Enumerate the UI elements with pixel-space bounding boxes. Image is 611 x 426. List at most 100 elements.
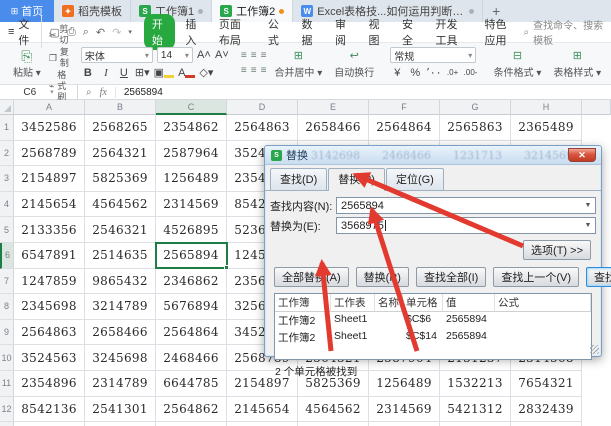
magnifier-icon[interactable]: ⌕: [86, 87, 92, 98]
cell-C3[interactable]: 1256489: [156, 166, 227, 192]
align-right-icon[interactable]: ≡: [261, 65, 267, 77]
cell-B1[interactable]: 2568265: [85, 115, 156, 141]
wrap-text-button[interactable]: ↩ 自动换行: [330, 49, 378, 79]
font-decrease-icon[interactable]: A˅: [215, 48, 229, 62]
cell-B2[interactable]: 2564321: [85, 140, 156, 167]
increase-decimal-icon[interactable]: .0+: [446, 66, 460, 80]
column-header-H[interactable]: H: [511, 100, 582, 115]
cell-C10[interactable]: 2468466: [156, 345, 227, 371]
row-header-5[interactable]: 5: [0, 217, 14, 243]
cell-C7[interactable]: 2346862: [156, 268, 227, 295]
select-all-corner[interactable]: [0, 100, 14, 115]
cell-B6[interactable]: 2514635: [85, 242, 156, 269]
column-header-C[interactable]: C: [156, 100, 227, 115]
row-header-9[interactable]: 9: [0, 319, 14, 346]
combo-arrow-icon[interactable]: ▼: [582, 199, 594, 212]
dialog-tab-定位(G)[interactable]: 定位(G): [385, 168, 444, 191]
cut-button[interactable]: ✂ 剪切: [49, 24, 69, 46]
copy-button[interactable]: ❐ 复制: [49, 47, 69, 69]
font-increase-icon[interactable]: A˄: [197, 48, 211, 62]
cell-C2[interactable]: 2587964: [156, 140, 227, 167]
row-header-12[interactable]: 12: [0, 396, 14, 423]
cell-A6[interactable]: 6547891: [14, 242, 85, 269]
cell-B13[interactable]: [85, 422, 156, 426]
command-search[interactable]: ⌕ 查找命令、搜索模板: [524, 17, 606, 47]
result-row[interactable]: 工作簿2 Sheet1 $C$14 2565894: [275, 329, 591, 346]
cell-A2[interactable]: 2568789: [14, 140, 85, 167]
dialog-button-全部替换(A)[interactable]: 全部替换(A): [274, 267, 349, 287]
cell-B12[interactable]: 2541301: [85, 396, 156, 423]
find-results-list[interactable]: 工作簿 工作表 名称 单元格值公式 工作簿2 Sheet1 $C$6 2565894 工作簿2…: [274, 293, 592, 360]
cell-B4[interactable]: 4564562: [85, 191, 156, 218]
tab-marker-dot[interactable]: [279, 8, 285, 14]
column-header-A[interactable]: A: [14, 100, 85, 115]
result-column-单元格[interactable]: 单元格: [403, 294, 443, 312]
dialog-titlebar[interactable]: S 替换 3142698 2468466 1231713 3214569 ✕: [265, 146, 601, 165]
align-center-icon[interactable]: ≡: [251, 65, 257, 77]
row-header-11[interactable]: 11: [0, 370, 14, 397]
dialog-tab-替换(P)[interactable]: 替换(P): [328, 168, 385, 191]
tab-marker-dot[interactable]: [469, 8, 475, 14]
preview-icon[interactable]: ⌕: [83, 26, 89, 39]
eraser-icon[interactable]: ◇▾: [199, 66, 213, 80]
cell-A3[interactable]: 2154897: [14, 166, 85, 192]
cell-D12[interactable]: 2145654: [227, 396, 298, 423]
align-bottom-icon[interactable]: ≡: [261, 50, 267, 62]
undo-icon[interactable]: ↶: [96, 26, 105, 39]
font-color-icon[interactable]: A: [178, 66, 196, 80]
cell-G12[interactable]: 5421312: [440, 396, 511, 423]
options-button[interactable]: 选项(T) >>: [523, 240, 591, 260]
result-column-工作表[interactable]: 工作表: [331, 294, 375, 312]
cell-B11[interactable]: 2314789: [85, 370, 156, 397]
fx-icon[interactable]: fx: [100, 87, 107, 98]
dialog-button-查找全部(I)[interactable]: 查找全部(I): [415, 267, 487, 287]
cell-B8[interactable]: 3214789: [85, 294, 156, 320]
row-header-13[interactable]: [0, 422, 14, 426]
cell-E1[interactable]: 2658466: [298, 115, 369, 141]
table-style-button[interactable]: ⊞ 表格样式 ▾: [549, 49, 605, 79]
row-header-4[interactable]: 4: [0, 191, 14, 218]
bold-button[interactable]: B: [81, 66, 95, 80]
cell-H12[interactable]: 2832439: [511, 396, 582, 423]
cell-B10[interactable]: 3245698: [85, 345, 156, 371]
result-column-值[interactable]: 值: [443, 294, 495, 312]
cell-F12[interactable]: 2314569: [369, 396, 440, 423]
row-header-2[interactable]: 2: [0, 140, 14, 167]
dialog-button-替换(R)[interactable]: 替换(R): [355, 267, 409, 287]
cell-C13[interactable]: [156, 422, 227, 426]
tab-marker-dot[interactable]: [198, 8, 204, 14]
underline-button[interactable]: U: [117, 66, 131, 80]
column-header-D[interactable]: D: [227, 100, 298, 115]
borders-icon[interactable]: ⊞▾: [135, 66, 150, 80]
cell-A12[interactable]: 8542136: [14, 396, 85, 423]
cell-E12[interactable]: 4564562: [298, 396, 369, 423]
currency-icon[interactable]: ¥: [390, 66, 404, 80]
column-header-F[interactable]: F: [369, 100, 440, 115]
column-header-G[interactable]: G: [440, 100, 511, 115]
percent-icon[interactable]: %: [408, 66, 422, 80]
comma-style-icon[interactable]: ٬٠٠: [426, 66, 441, 80]
cell-C1[interactable]: 2354862: [156, 115, 227, 141]
dialog-tab-查找(D)[interactable]: 查找(D): [270, 168, 328, 191]
cell-C8[interactable]: 5676894: [156, 294, 227, 320]
cell-F13[interactable]: [369, 422, 440, 426]
align-top-icon[interactable]: ≡: [241, 50, 247, 62]
align-left-icon[interactable]: ≡: [241, 65, 247, 77]
cell-A7[interactable]: 1247859: [14, 268, 85, 295]
italic-button[interactable]: I: [99, 66, 113, 80]
dialog-button-查找上一个(V)[interactable]: 查找上一个(V): [493, 267, 580, 287]
font-size-select[interactable]: 14 ▾: [156, 47, 193, 63]
cell-A8[interactable]: 2345698: [14, 294, 85, 320]
dialog-button-查找下一个(F)[interactable]: 查找下一个(F): [586, 267, 611, 287]
merge-center-button[interactable]: ⊞ 合并居中 ▾: [270, 49, 326, 79]
name-box[interactable]: C6 ▾: [0, 85, 78, 99]
result-column-名称[interactable]: 名称: [375, 294, 403, 312]
result-column-公式[interactable]: 公式: [495, 294, 591, 312]
cell-B7[interactable]: 9865432: [85, 268, 156, 295]
cell-F1[interactable]: 2564864: [369, 115, 440, 141]
redo-icon[interactable]: ↷: [112, 26, 121, 39]
row-header-3[interactable]: 3: [0, 166, 14, 192]
cell-C9[interactable]: 2564864: [156, 319, 227, 346]
cell-A13[interactable]: [14, 422, 85, 426]
cell-G1[interactable]: 2565863: [440, 115, 511, 141]
